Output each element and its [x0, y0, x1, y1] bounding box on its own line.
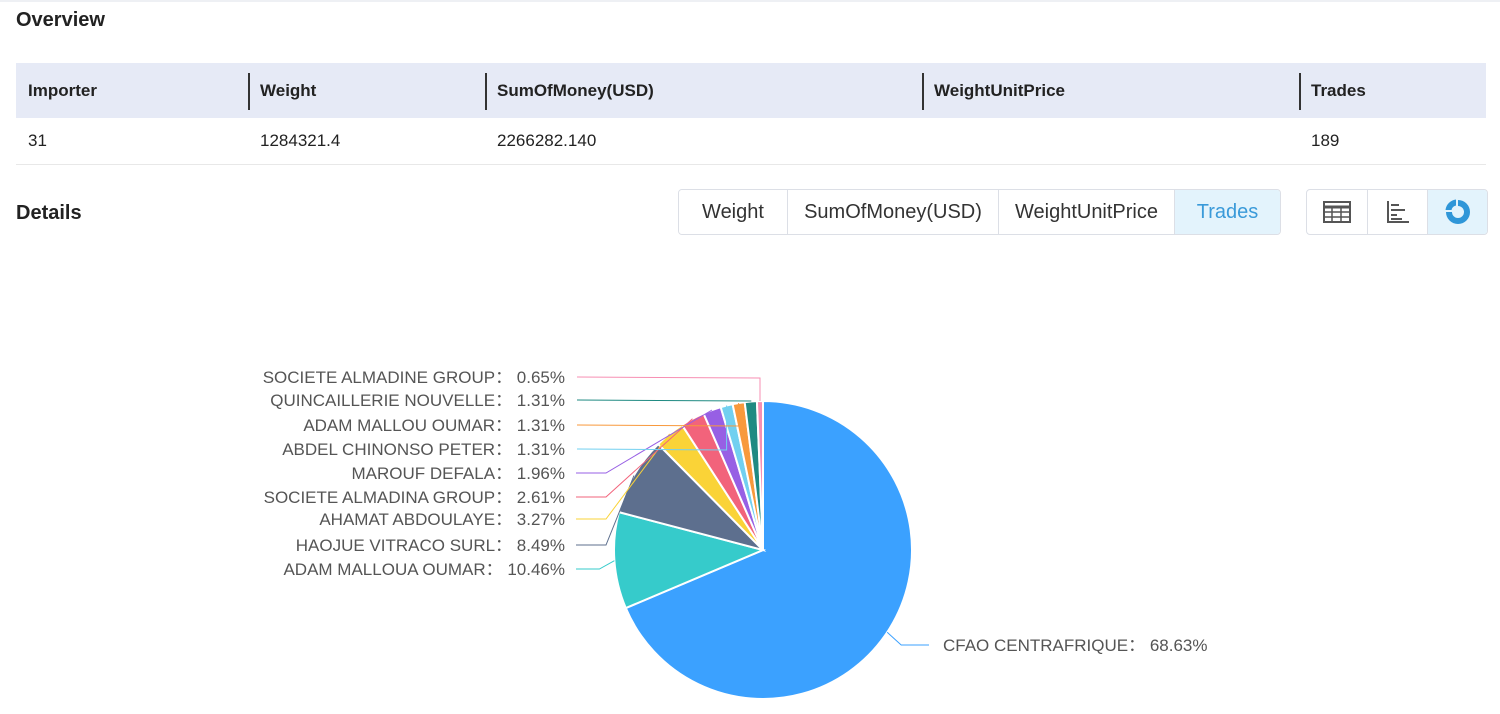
pie-slice-label: AHAMAT ABDOULAYE： 3.27%	[319, 510, 565, 529]
pie-slice-label: ABDEL CHINONSO PETER： 1.31%	[282, 440, 565, 459]
pie-slice-label: QUINCAILLERIE NOUVELLE： 1.31%	[270, 391, 565, 410]
label-leader-line	[886, 631, 929, 646]
label-leader-line	[576, 560, 615, 570]
pie-slice-label: SOCIETE ALMADINE GROUP： 0.65%	[263, 368, 565, 387]
pie-chart: CFAO CENTRAFRIQUE： 68.63% ADAM MALLOUA OU…	[263, 368, 1208, 700]
label-leader-line	[576, 399, 752, 402]
pie-slice-label: MAROUF DEFALA： 1.96%	[351, 464, 565, 483]
pie-slice-label: CFAO CENTRAFRIQUE： 68.63%	[943, 636, 1208, 655]
pie-slice-label: HAOJUE VITRACO SURL： 8.49%	[296, 536, 565, 555]
pie-slice-label: ADAM MALLOUA OUMAR： 10.46%	[283, 560, 565, 579]
pie-slice-label: ADAM MALLOU OUMAR： 1.31%	[303, 416, 565, 435]
label-leader-line	[576, 376, 761, 401]
pie-slice-label: SOCIETE ALMADINA GROUP： 2.61%	[264, 488, 565, 507]
